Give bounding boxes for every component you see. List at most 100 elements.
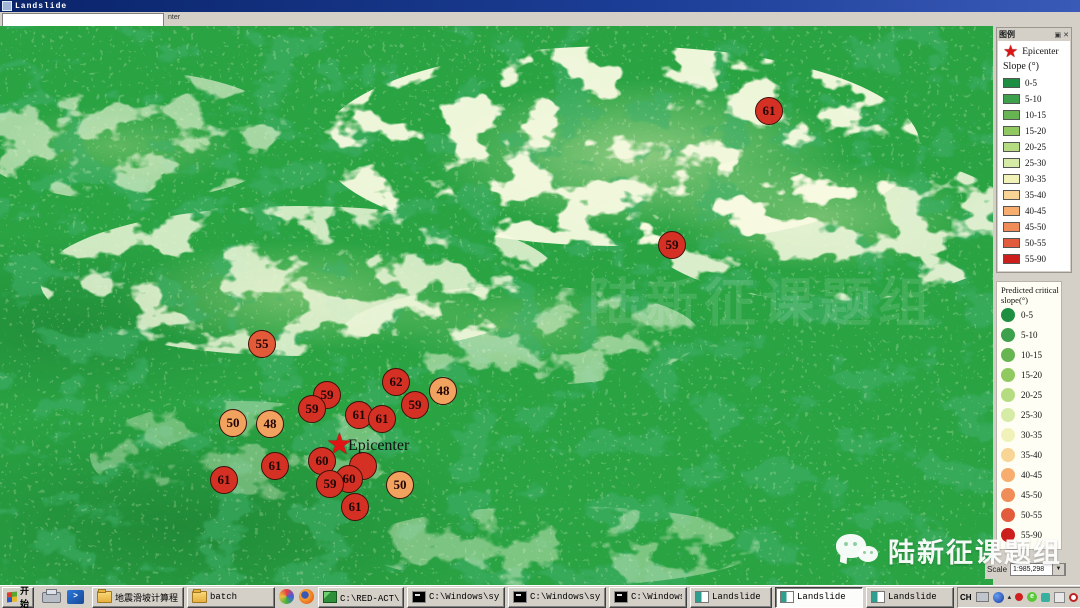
legend-item-label: 5-10 xyxy=(1025,94,1042,104)
legend-epicenter-row: ★ Epicenter xyxy=(1003,45,1068,59)
taskbar-button-landslide[interactable]: Landslide xyxy=(775,587,863,608)
slope-marker[interactable]: 62 xyxy=(382,368,410,396)
legend-slope-items: 0-55-1010-1515-2020-2525-3030-3535-4040-… xyxy=(1003,75,1068,267)
legend-item: 10-15 xyxy=(1001,345,1059,365)
slope-marker[interactable]: 48 xyxy=(429,377,457,405)
window-titlebar[interactable]: Landslide xyxy=(0,0,1080,12)
legend-item-label: 25-30 xyxy=(1025,158,1046,168)
legend-item-label: 55-90 xyxy=(1025,254,1046,264)
close-icon[interactable]: ✕ xyxy=(1063,31,1069,39)
wechat-watermark: 陆新征课题组 xyxy=(836,531,1062,570)
legend-item-label: 15-20 xyxy=(1021,370,1042,380)
slope-marker[interactable]: 59 xyxy=(658,231,686,259)
ghost-watermark: 陆新征课题组 xyxy=(588,261,936,336)
slope-marker[interactable]: 61 xyxy=(368,405,396,433)
folder-icon xyxy=(97,591,112,603)
tray-flag-icon[interactable] xyxy=(1054,592,1065,603)
taskbar-button-c-windows-sys-[interactable]: C:\Windows\sys... xyxy=(508,587,606,608)
legend-item: 50-55 xyxy=(1001,505,1059,525)
windows-flag-icon xyxy=(7,591,17,602)
taskbar-button--[interactable]: 地震滑坡计算程... xyxy=(92,587,184,608)
slope-marker[interactable]: 59 xyxy=(298,395,326,423)
language-indicator[interactable]: CH xyxy=(960,593,972,602)
taskbar-button-label: C:\Windows\sys... xyxy=(631,592,682,602)
slope-marker[interactable]: 61 xyxy=(755,97,783,125)
legend-item-label: 0-5 xyxy=(1025,78,1037,88)
legend-item: 15-20 xyxy=(1001,365,1059,385)
legend-swatch xyxy=(1001,308,1015,322)
tray-status-icon[interactable] xyxy=(1015,593,1023,601)
legend-item: 40-45 xyxy=(1003,203,1068,219)
legend-swatch xyxy=(1001,368,1015,382)
legend-item: 5-10 xyxy=(1003,91,1068,107)
legend-panel-titlebar[interactable]: 图例 ▣ ✕ xyxy=(997,28,1071,41)
legend-item: 55-90 xyxy=(1003,251,1068,267)
slope-marker[interactable]: 55 xyxy=(248,330,276,358)
slope-marker[interactable]: 50 xyxy=(386,471,414,499)
slope-marker[interactable]: 50 xyxy=(219,409,247,437)
legend-item: 5-10 xyxy=(1001,325,1059,345)
taskbar-button-label: 地震滑坡计算程... xyxy=(115,591,179,604)
legend-swatch xyxy=(1001,328,1015,342)
legend-swatch xyxy=(1003,78,1020,88)
sphere-icon xyxy=(279,589,294,604)
firefox-icon xyxy=(299,589,314,604)
taskbar-button-landslide[interactable]: Landslide xyxy=(866,587,954,608)
taskbar-button-label: Landslide xyxy=(712,592,761,602)
legend-swatch xyxy=(1001,348,1015,362)
legend-item: 40-45 xyxy=(1001,465,1059,485)
tray-forbidden-icon[interactable] xyxy=(1069,593,1078,602)
taskbar-button-c-windows-sys-[interactable]: C:\Windows\sys... xyxy=(609,587,687,608)
legend-swatch xyxy=(1003,222,1020,232)
legend-item: 25-30 xyxy=(1001,405,1059,425)
legend-swatch xyxy=(1003,94,1020,104)
firefox-launcher[interactable] xyxy=(298,587,315,606)
taskbar-button-label: Landslide xyxy=(797,592,846,602)
legend-swatch xyxy=(1001,428,1015,442)
slope-marker[interactable]: 59 xyxy=(401,391,429,419)
slope-marker[interactable]: 61 xyxy=(210,466,238,494)
legend-item-label: 40-45 xyxy=(1025,206,1046,216)
quick-launch: > xyxy=(37,590,89,604)
legend-item-label: 5-10 xyxy=(1021,330,1038,340)
slope-marker[interactable]: 48 xyxy=(256,410,284,438)
legend-item-label: 40-45 xyxy=(1021,470,1042,480)
taskbar-button-c-red-act-[interactable]: C:\RED-ACT\地... xyxy=(318,587,404,608)
legend-item-label: 0-5 xyxy=(1021,310,1033,320)
cmd-icon xyxy=(614,591,628,603)
powershell-icon[interactable]: > xyxy=(67,590,84,604)
start-button[interactable]: 开始 xyxy=(2,587,34,608)
epicenter-legend-label: Epicenter xyxy=(1022,47,1058,57)
taskbar-button-landslide[interactable]: Landslide xyxy=(690,587,772,608)
legend-item-label: 50-55 xyxy=(1025,238,1046,248)
legend-item: 20-25 xyxy=(1001,385,1059,405)
slope-marker[interactable]: 61 xyxy=(341,493,369,521)
legend-item: 15-20 xyxy=(1003,123,1068,139)
tray-expand-icon[interactable]: ▴ xyxy=(1008,593,1012,601)
legend-item-label: 20-25 xyxy=(1025,142,1046,152)
legend-item: 25-30 xyxy=(1003,155,1068,171)
slope-marker[interactable]: 59 xyxy=(316,470,344,498)
taskbar-button-label: batch xyxy=(210,592,237,602)
legend-panel-critical: Predicted critical slope(°) 0-55-1010-15… xyxy=(996,281,1062,550)
tray-teal-icon[interactable] xyxy=(1041,593,1050,602)
legend-item: 0-5 xyxy=(1001,305,1059,325)
tray-app-icon[interactable] xyxy=(993,592,1004,603)
taskbar-button-batch[interactable]: batch xyxy=(187,587,275,608)
slope-marker[interactable]: 61 xyxy=(261,452,289,480)
legend-item-label: 30-35 xyxy=(1021,430,1042,440)
legend-swatch xyxy=(1003,254,1020,264)
pin-icon[interactable]: ▣ xyxy=(1055,31,1062,39)
map-canvas[interactable]: 陆新征课题组 615955624859595961615048606161605… xyxy=(0,26,996,585)
legend-swatch xyxy=(1001,408,1015,422)
legend-swatch xyxy=(1003,142,1020,152)
keyboard-icon[interactable] xyxy=(976,592,989,602)
taskbar-button-c-windows-sys-[interactable]: C:\Windows\sys... xyxy=(407,587,505,608)
landslide-icon xyxy=(780,591,794,603)
legend-item-label: 10-15 xyxy=(1025,110,1046,120)
legend-swatch xyxy=(1003,158,1020,168)
printer-icon[interactable] xyxy=(42,592,61,603)
legend-swatch xyxy=(1003,238,1020,248)
tray-green-icon[interactable]: e xyxy=(1027,592,1037,602)
sphere-launcher[interactable] xyxy=(278,587,295,606)
